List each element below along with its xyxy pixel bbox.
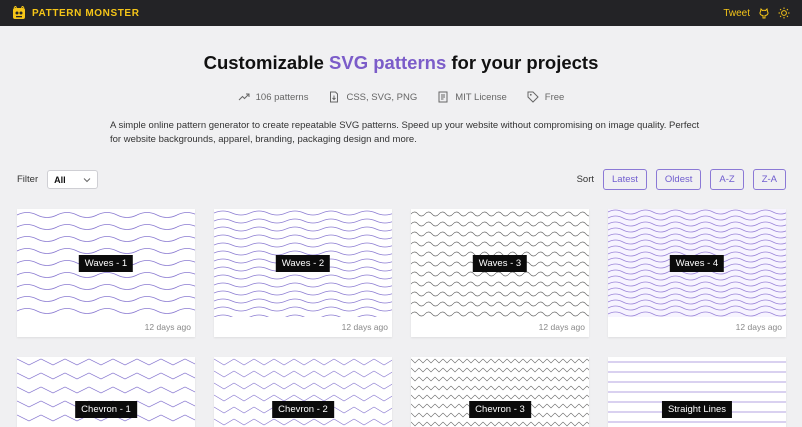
file-download-icon xyxy=(330,91,339,103)
filter-label: Filter xyxy=(17,174,39,185)
brand-name: PATTERN MONSTER xyxy=(32,7,140,19)
github-icon[interactable] xyxy=(758,7,770,19)
pattern-name: Waves - 1 xyxy=(78,255,134,272)
pattern-name: Waves - 4 xyxy=(669,255,725,272)
stat-label: 106 patterns xyxy=(255,91,309,103)
pattern-name: Chevron - 3 xyxy=(469,401,531,418)
pattern-card-chevron-3[interactable]: Chevron - 3 xyxy=(411,357,589,427)
filter-control: Filter All xyxy=(17,170,99,189)
filter-select[interactable]: All xyxy=(47,170,99,189)
stat-label: CSS, SVG, PNG xyxy=(346,91,418,103)
sort-control: Sort Latest Oldest A-Z Z-A xyxy=(577,169,786,190)
sort-oldest-button[interactable]: Oldest xyxy=(655,169,702,190)
top-bar: PATTERN MONSTER Tweet xyxy=(0,0,802,26)
sort-label: Sort xyxy=(576,174,595,185)
stat-license: MIT License xyxy=(437,91,507,103)
title-suffix: for your projects xyxy=(446,52,599,73)
pattern-card-waves-4[interactable]: Waves - 4 12 days ago xyxy=(608,209,786,337)
title-prefix: Customizable xyxy=(203,52,330,73)
pattern-name: Waves - 2 xyxy=(275,255,331,272)
pattern-age: 12 days ago xyxy=(144,322,191,332)
pattern-age: 12 days ago xyxy=(538,322,585,332)
sun-icon[interactable] xyxy=(778,7,790,19)
brand[interactable]: PATTERN MONSTER xyxy=(12,6,140,20)
title-highlight: SVG patterns xyxy=(329,52,447,73)
pattern-age: 12 days ago xyxy=(341,322,388,332)
stat-label: Free xyxy=(544,91,565,103)
pattern-name: Chevron - 1 xyxy=(75,401,137,418)
sort-latest-button[interactable]: Latest xyxy=(603,169,647,190)
sort-az-button[interactable]: A-Z xyxy=(710,169,744,190)
pattern-name: Chevron - 2 xyxy=(272,401,334,418)
stat-label: MIT License xyxy=(455,91,507,103)
pattern-card-chevron-1[interactable]: Chevron - 1 xyxy=(17,357,195,427)
tweet-link[interactable]: Tweet xyxy=(723,8,750,19)
license-icon xyxy=(438,91,448,103)
pattern-name: Waves - 3 xyxy=(472,255,528,272)
monster-logo-icon xyxy=(13,6,25,19)
stat-formats: CSS, SVG, PNG xyxy=(328,91,417,103)
filter-value: All xyxy=(54,174,66,185)
pattern-card-straight-lines[interactable]: Straight Lines xyxy=(608,357,786,427)
pattern-card-waves-3[interactable]: Waves - 3 12 days ago xyxy=(411,209,589,337)
pattern-age: 12 days ago xyxy=(735,322,782,332)
trending-up-icon xyxy=(238,93,250,101)
pattern-name: Straight Lines xyxy=(661,401,733,418)
page-title: Customizable SVG patterns for your proje… xyxy=(0,52,802,74)
sort-za-button[interactable]: Z-A xyxy=(752,169,786,190)
stat-patterns: 106 patterns xyxy=(238,91,309,103)
stat-price: Free xyxy=(527,91,565,103)
chevron-down-icon xyxy=(83,177,91,182)
pattern-card-waves-1[interactable]: Waves - 1 12 days ago xyxy=(17,209,195,337)
stats-bar: 106 patterns CSS, SVG, PNG MIT License F… xyxy=(0,91,802,103)
price-tag-icon xyxy=(527,91,539,103)
pattern-card-chevron-2[interactable]: Chevron - 2 xyxy=(214,357,392,427)
pattern-card-waves-2[interactable]: Waves - 2 12 days ago xyxy=(214,209,392,337)
description: A simple online pattern generator to cre… xyxy=(110,120,700,145)
